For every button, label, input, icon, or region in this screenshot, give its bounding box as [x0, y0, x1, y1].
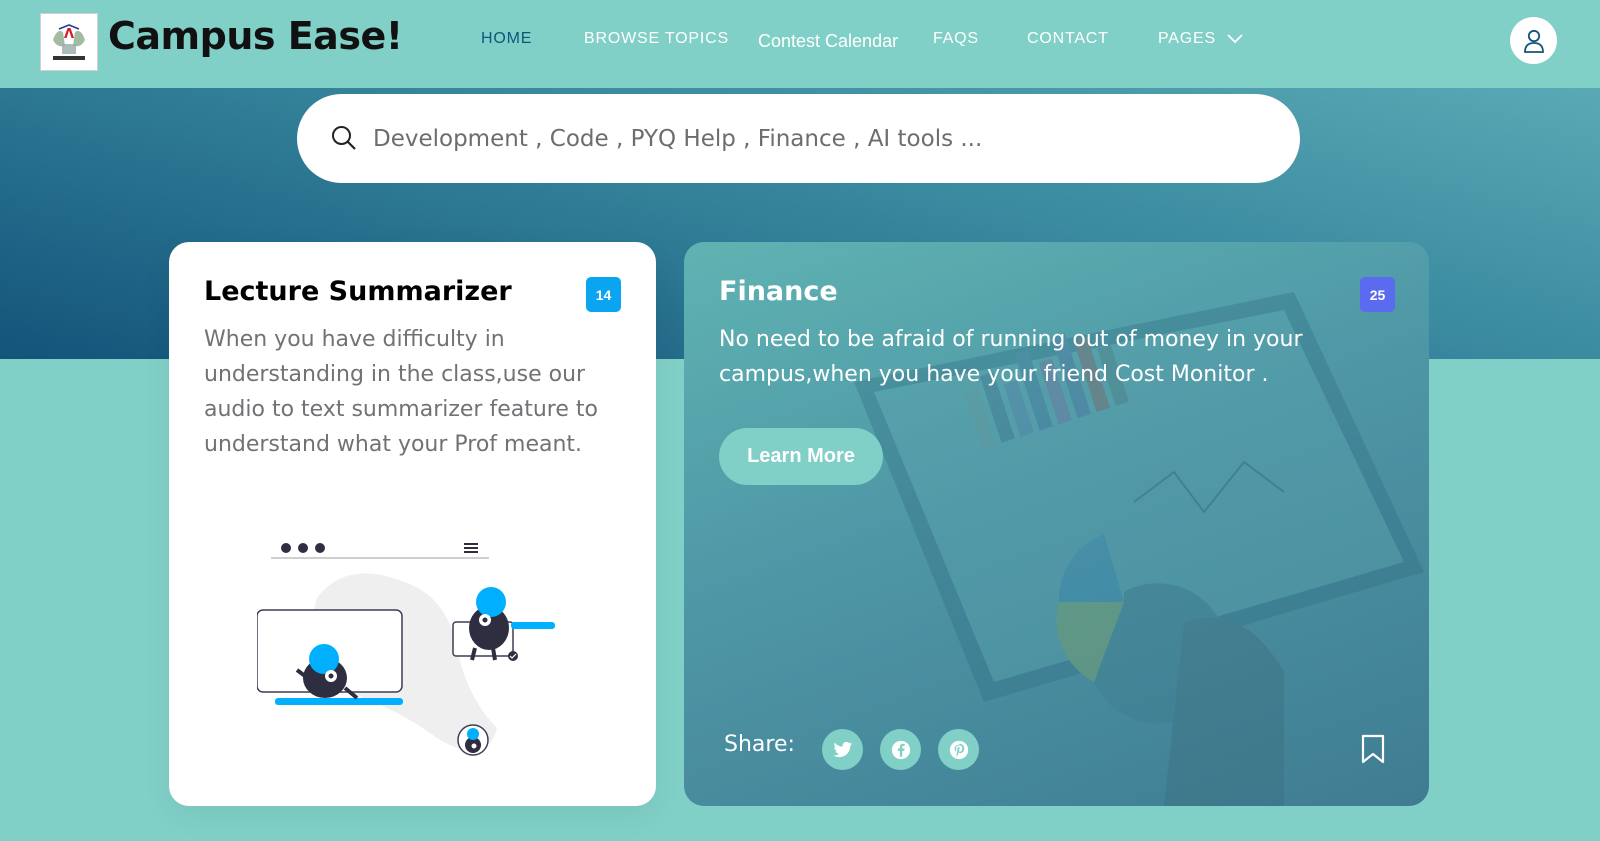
share-facebook-button[interactable]: [880, 729, 921, 770]
user-account-button[interactable]: [1510, 17, 1557, 64]
nav-contact[interactable]: CONTACT: [1027, 30, 1109, 48]
brand-name[interactable]: Campus Ease!: [108, 14, 403, 58]
share-label: Share:: [724, 732, 795, 757]
chevron-down-icon: [1227, 34, 1243, 44]
pinterest-icon: [949, 740, 968, 759]
nav-faqs[interactable]: FAQS: [933, 30, 979, 48]
online-lecture-illustration: [257, 543, 555, 756]
bookmark-icon[interactable]: [1361, 734, 1385, 764]
share-twitter-button[interactable]: [822, 729, 863, 770]
nav-contest-calendar[interactable]: Contest Calendar: [758, 31, 898, 52]
card-description: When you have difficulty in understandin…: [204, 327, 598, 457]
count-badge: 25: [1360, 277, 1395, 312]
facebook-icon: [891, 740, 910, 759]
svg-text:ᐱ: ᐱ: [64, 27, 74, 42]
nav-browse-topics[interactable]: BROWSE TOPICS: [584, 30, 729, 48]
lecture-summarizer-card[interactable]: Lecture Summarizer 14 When you have diff…: [169, 242, 656, 806]
share-pinterest-button[interactable]: [938, 729, 979, 770]
search-input[interactable]: [373, 114, 1253, 164]
finance-card[interactable]: Finance 25 No need to be afraid of runni…: [684, 242, 1429, 806]
search-bar[interactable]: [297, 94, 1300, 183]
count-badge: 14: [586, 277, 621, 312]
learn-more-button[interactable]: Learn More: [719, 428, 883, 485]
college-emblem-icon[interactable]: ᐱ: [40, 13, 98, 71]
navbar: ᐱ Campus Ease! HOME BROWSE TOPICS Contes…: [0, 0, 1600, 88]
twitter-icon: [833, 741, 852, 757]
search-icon: [332, 126, 356, 150]
card-description: No need to be afraid of running out of m…: [719, 327, 1303, 387]
nav-pages-label: PAGES: [1158, 30, 1216, 47]
nav-home[interactable]: HOME: [481, 30, 532, 48]
user-icon: [1523, 29, 1544, 53]
card-title: Finance: [719, 276, 838, 307]
card-title: Lecture Summarizer: [204, 276, 512, 307]
nav-pages-dropdown[interactable]: PAGES: [1158, 30, 1243, 48]
